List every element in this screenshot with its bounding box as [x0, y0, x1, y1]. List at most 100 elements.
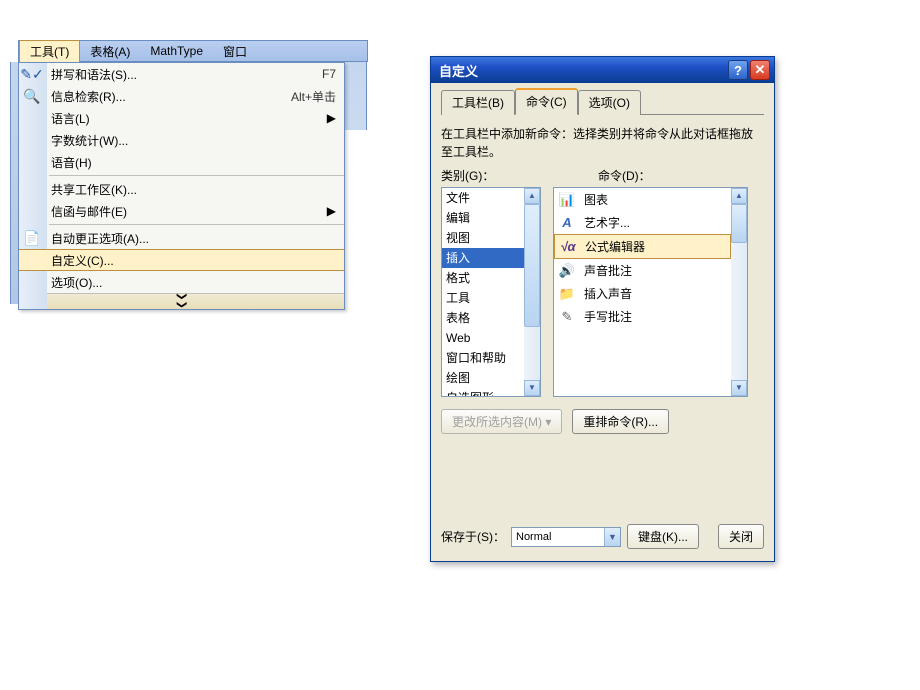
savein-combo[interactable]: Normal ▼: [511, 527, 621, 547]
spellcheck-icon: ✎✓: [23, 65, 41, 83]
menu-wordcount[interactable]: 字数统计(W)...: [19, 129, 344, 151]
scroll-down-button[interactable]: ▼: [524, 380, 540, 396]
submenu-arrow-icon: ▶: [327, 111, 336, 125]
menu-customize-label: 自定义(C)...: [51, 252, 336, 269]
menu-research[interactable]: 🔍 信息检索(R)... Alt+单击: [19, 85, 344, 107]
tab-commands[interactable]: 命令(C): [515, 88, 578, 115]
pen-icon: ✎: [558, 309, 576, 325]
scroll-track[interactable]: [731, 204, 747, 380]
menubar-window[interactable]: 窗口: [213, 41, 257, 62]
menu-separator: [49, 224, 344, 225]
command-label: 艺术字...: [584, 214, 630, 231]
category-item-format[interactable]: 格式: [442, 268, 524, 288]
research-icon: 🔍: [23, 87, 41, 105]
below-buttons-row: 更改所选内容(M) ▾ 重排命令(R)...: [441, 409, 764, 434]
tab-options[interactable]: 选项(O): [578, 90, 641, 115]
menu-spelling[interactable]: ✎✓ 拼写和语法(S)... F7: [19, 63, 344, 85]
category-item-file[interactable]: 文件: [442, 188, 524, 208]
scroll-track[interactable]: [524, 204, 540, 380]
savein-value: Normal: [512, 531, 604, 543]
menu-spelling-shortcut: F7: [322, 67, 336, 81]
dialog-title: 自定义: [439, 61, 726, 80]
chart-icon: 📊: [558, 192, 576, 208]
dropdown-arrow-icon: ▾: [545, 415, 551, 429]
scroll-thumb[interactable]: [731, 204, 747, 243]
menu-options[interactable]: 选项(O)...: [19, 271, 344, 293]
category-label: 类别(G)：: [441, 167, 586, 184]
submenu-arrow-icon: ▶: [327, 204, 336, 218]
category-item-tools[interactable]: 工具: [442, 288, 524, 308]
menu-research-shortcut: Alt+单击: [291, 88, 336, 105]
menu-area: 工具(T) 表格(A) MathType 窗口 ✎✓ 拼写和语法(S)... F…: [18, 40, 368, 310]
category-item-table[interactable]: 表格: [442, 308, 524, 328]
menu-options-label: 选项(O)...: [51, 274, 336, 291]
command-label: 手写批注: [584, 308, 632, 325]
tabstrip: 工具栏(B) 命令(C) 选项(O): [441, 91, 764, 115]
modify-selection-button: 更改所选内容(M) ▾: [441, 409, 562, 434]
equation-icon: √α: [559, 239, 577, 255]
menu-speech-label: 语音(H): [51, 154, 336, 171]
category-scrollbar[interactable]: ▲ ▼: [524, 188, 540, 396]
dialog-body: 工具栏(B) 命令(C) 选项(O) 在工具栏中添加新命令：选择类别并将命令从此…: [431, 83, 774, 561]
menu-sharedws[interactable]: 共享工作区(K)...: [19, 178, 344, 200]
menu-letters-label: 信函与邮件(E): [51, 203, 327, 220]
menubar-tools[interactable]: 工具(T): [19, 40, 80, 63]
category-listbox[interactable]: 文件 编辑 视图 插入 格式 工具 表格 Web 窗口和帮助 绘图 自选图形 ▲: [441, 187, 541, 397]
command-item-sound-comment[interactable]: 🔊 声音批注: [554, 259, 731, 282]
menu-sharedws-label: 共享工作区(K)...: [51, 181, 336, 198]
menu-spelling-label: 拼写和语法(S)...: [51, 66, 302, 83]
menu-autocorrect-label: 自动更正选项(A)...: [51, 230, 336, 247]
tools-dropdown: ✎✓ 拼写和语法(S)... F7 🔍 信息检索(R)... Alt+单击 语言…: [18, 62, 345, 310]
menu-separator: [49, 175, 344, 176]
expand-chevron-icon: ❯❯: [176, 292, 187, 309]
command-item-chart[interactable]: 📊 图表: [554, 188, 731, 211]
category-item-insert[interactable]: 插入: [442, 248, 524, 268]
category-item-autoshapes[interactable]: 自选图形: [442, 388, 524, 397]
wordart-icon: A: [558, 215, 576, 231]
dialog-close-button[interactable]: ✕: [750, 60, 770, 80]
dialog-titlebar[interactable]: 自定义 ? ✕: [431, 57, 774, 83]
menubar-mathtype[interactable]: MathType: [140, 42, 213, 60]
dialog-help-button[interactable]: ?: [728, 60, 748, 80]
commands-label: 命令(D)：: [598, 167, 651, 184]
scroll-up-button[interactable]: ▲: [524, 188, 540, 204]
menu-language-label: 语言(L): [51, 110, 327, 127]
command-label: 公式编辑器: [585, 238, 645, 255]
combo-dropdown-button[interactable]: ▼: [604, 528, 620, 546]
category-item-web[interactable]: Web: [442, 328, 524, 348]
category-item-edit[interactable]: 编辑: [442, 208, 524, 228]
rearrange-commands-button[interactable]: 重排命令(R)...: [572, 409, 669, 434]
scroll-up-button[interactable]: ▲: [731, 188, 747, 204]
keyboard-button[interactable]: 键盘(K)...: [627, 524, 699, 549]
category-item-drawing[interactable]: 绘图: [442, 368, 524, 388]
list-row: 文件 编辑 视图 插入 格式 工具 表格 Web 窗口和帮助 绘图 自选图形 ▲: [441, 187, 764, 397]
category-item-windowhelp[interactable]: 窗口和帮助: [442, 348, 524, 368]
menu-speech[interactable]: 语音(H): [19, 151, 344, 173]
menu-customize[interactable]: 自定义(C)...: [19, 249, 344, 271]
close-button[interactable]: 关闭: [718, 524, 764, 549]
command-item-handwriting[interactable]: ✎ 手写批注: [554, 305, 731, 328]
command-item-insert-sound[interactable]: 📁 插入声音: [554, 282, 731, 305]
menu-research-label: 信息检索(R)...: [51, 88, 271, 105]
section-labels: 类别(G)： 命令(D)：: [441, 167, 764, 184]
menu-autocorrect[interactable]: 📄 自动更正选项(A)...: [19, 227, 344, 249]
commands-listbox[interactable]: 📊 图表 A 艺术字... √α 公式编辑器 🔊 声音批注: [553, 187, 748, 397]
commands-scrollbar[interactable]: ▲ ▼: [731, 188, 747, 396]
command-item-wordart[interactable]: A 艺术字...: [554, 211, 731, 234]
category-item-view[interactable]: 视图: [442, 228, 524, 248]
scroll-down-button[interactable]: ▼: [731, 380, 747, 396]
bottom-row: 保存于(S)： Normal ▼ 键盘(K)... 关闭: [441, 524, 764, 549]
sound-comment-icon: 🔊: [558, 263, 576, 279]
command-label: 插入声音: [584, 285, 632, 302]
menu-wordcount-label: 字数统计(W)...: [51, 132, 336, 149]
menu-expand[interactable]: ❯❯: [19, 293, 344, 309]
instruction-text: 在工具栏中添加新命令：选择类别并将命令从此对话框拖放至工具栏。: [441, 125, 764, 161]
tab-toolbars[interactable]: 工具栏(B): [441, 90, 515, 115]
customize-dialog: 自定义 ? ✕ 工具栏(B) 命令(C) 选项(O) 在工具栏中添加新命令：选择…: [430, 56, 775, 562]
scroll-thumb[interactable]: [524, 204, 540, 327]
command-item-equation-editor[interactable]: √α 公式编辑器: [554, 234, 731, 259]
folder-icon: 📁: [558, 286, 576, 302]
menubar-table[interactable]: 表格(A): [80, 41, 140, 62]
menu-language[interactable]: 语言(L) ▶: [19, 107, 344, 129]
menu-letters[interactable]: 信函与邮件(E) ▶: [19, 200, 344, 222]
